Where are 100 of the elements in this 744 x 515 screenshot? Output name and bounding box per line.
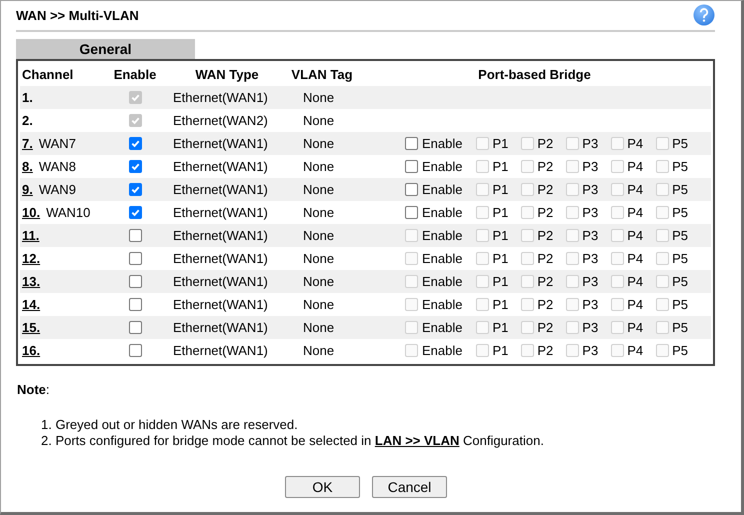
wan-type: Ethernet(WAN1) xyxy=(172,320,269,335)
port-label: P1 xyxy=(492,297,508,312)
wan-type: Ethernet(WAN1) xyxy=(172,228,269,243)
port-label: P3 xyxy=(582,251,598,266)
channel-link[interactable]: 10. xyxy=(22,205,40,220)
port-label: P4 xyxy=(627,343,644,358)
checkbox[interactable] xyxy=(405,160,418,173)
page-title: WAN >> Multi-VLAN xyxy=(16,8,139,23)
checkbox[interactable] xyxy=(128,206,142,219)
wan-type: Ethernet(WAN1) xyxy=(172,297,269,312)
checkbox[interactable] xyxy=(128,183,142,196)
wan-type: Ethernet(WAN1) xyxy=(172,136,269,151)
checkbox-label: Enable xyxy=(422,274,462,289)
checkbox-label: Enable xyxy=(422,251,462,266)
wan-type: Ethernet(WAN1) xyxy=(172,343,269,358)
port-label: P5 xyxy=(672,320,688,335)
port-label: P2 xyxy=(537,343,554,358)
port-label: P2 xyxy=(537,205,554,220)
port-label: P1 xyxy=(492,182,508,197)
checkbox[interactable] xyxy=(128,252,142,265)
port-label: P5 xyxy=(672,297,688,312)
port-label: P5 xyxy=(672,251,688,266)
port-label: P3 xyxy=(582,228,598,243)
vlan-tag: None xyxy=(286,205,358,220)
ok-button[interactable]: OK xyxy=(285,476,360,498)
wan-type: Ethernet(WAN1) xyxy=(172,90,269,105)
wan-type: Ethernet(WAN2) xyxy=(172,113,269,128)
port-label: P5 xyxy=(672,136,688,151)
vlan-tag: None xyxy=(286,297,358,312)
port-label: P4 xyxy=(627,159,644,174)
port-label: P2 xyxy=(537,297,554,312)
checkbox[interactable] xyxy=(128,229,142,242)
port-label: P5 xyxy=(672,159,688,174)
channel-link[interactable]: 12. xyxy=(22,251,40,266)
checkbox-label: Enable xyxy=(422,182,462,197)
checkbox-label: Enable xyxy=(422,297,462,312)
vlan-tag: None xyxy=(286,136,358,151)
vlan-link[interactable]: LAN >> VLAN xyxy=(374,433,460,448)
port-label: P2 xyxy=(537,228,554,243)
port-label: P1 xyxy=(492,343,508,358)
channel-link[interactable]: 14. xyxy=(22,297,40,312)
channel-number: 2. xyxy=(22,113,33,128)
port-label: P1 xyxy=(492,159,508,174)
checkbox-label: Enable xyxy=(422,228,462,243)
channel-link[interactable]: 15. xyxy=(22,320,40,335)
note-item: 1. Greyed out or hidden WANs are reserved. xyxy=(41,417,299,432)
port-label: P4 xyxy=(627,274,644,289)
port-label: P4 xyxy=(627,136,644,151)
checkbox[interactable] xyxy=(128,275,142,288)
port-label: P3 xyxy=(582,320,598,335)
channel-name: WAN9 xyxy=(38,182,76,197)
checkbox[interactable] xyxy=(405,183,418,196)
checkbox[interactable] xyxy=(128,321,142,334)
port-label: P1 xyxy=(492,251,508,266)
port-label: P4 xyxy=(627,205,644,220)
port-label: P2 xyxy=(537,251,554,266)
port-label: P1 xyxy=(492,205,508,220)
port-label: P3 xyxy=(582,343,598,358)
checkbox[interactable] xyxy=(128,160,142,173)
checkbox[interactable] xyxy=(128,137,142,150)
checkbox-label: Enable xyxy=(422,343,462,358)
channel-number: 1. xyxy=(22,90,33,105)
port-label: P3 xyxy=(582,159,598,174)
vlan-tag: None xyxy=(286,251,358,266)
vlan-tag: None xyxy=(286,90,358,105)
cancel-button[interactable]: Cancel xyxy=(372,476,447,498)
channel-link[interactable]: 7. xyxy=(22,136,33,151)
wan-type: Ethernet(WAN1) xyxy=(172,274,269,289)
note-heading: Note: xyxy=(17,382,51,397)
port-label: P3 xyxy=(582,182,598,197)
channel-link[interactable]: 8. xyxy=(22,159,33,174)
checkbox-label: Enable xyxy=(422,136,462,151)
checkbox[interactable] xyxy=(405,206,418,219)
channel-link[interactable]: 13. xyxy=(22,274,40,289)
checkbox[interactable] xyxy=(128,298,142,311)
port-label: P4 xyxy=(627,297,644,312)
checkbox-label: Enable xyxy=(422,159,462,174)
vlan-tag: None xyxy=(286,159,358,174)
wan-type: Ethernet(WAN1) xyxy=(172,251,269,266)
channel-link[interactable]: 9. xyxy=(22,182,33,197)
port-label: P5 xyxy=(672,228,688,243)
checkbox[interactable] xyxy=(405,137,418,150)
channel-name: WAN8 xyxy=(38,159,76,174)
channel-name: WAN10 xyxy=(46,205,90,220)
column-header: WAN Type xyxy=(194,67,260,82)
channel-link[interactable]: 16. xyxy=(22,343,40,358)
general-tab[interactable]: General xyxy=(16,39,195,59)
port-label: P2 xyxy=(537,182,554,197)
column-header: Enable xyxy=(112,67,158,82)
channel-link[interactable]: 11. xyxy=(22,228,40,243)
channel-name: WAN7 xyxy=(38,136,76,151)
port-label: P4 xyxy=(627,251,644,266)
port-label: P1 xyxy=(492,274,508,289)
checkbox[interactable] xyxy=(128,344,142,357)
vlan-tag: None xyxy=(286,228,358,243)
port-label: P3 xyxy=(582,297,598,312)
port-label: P4 xyxy=(627,320,644,335)
help-icon[interactable] xyxy=(693,4,715,26)
note-item: 2. Ports configured for bridge mode cannot be selected in LAN >> VLAN Configuration. xyxy=(41,433,545,448)
vlan-tag: None xyxy=(286,113,358,128)
